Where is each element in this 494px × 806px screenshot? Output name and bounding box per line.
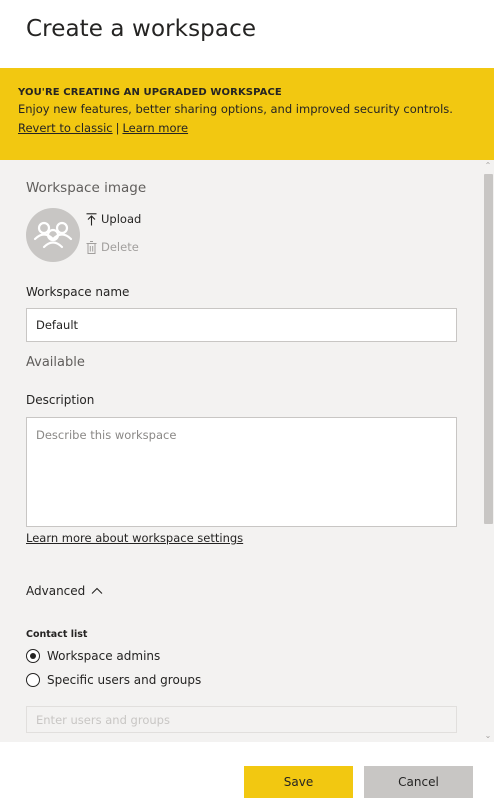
banner-link-separator: | [115, 121, 120, 135]
radio-button-unselected[interactable] [26, 673, 40, 687]
radio-workspace-admins[interactable]: Workspace admins [26, 649, 160, 663]
revert-to-classic-link[interactable]: Revert to classic [18, 121, 113, 135]
upload-label: Upload [101, 212, 142, 226]
scrollbar-thumb[interactable] [484, 174, 493, 524]
save-button[interactable]: Save [244, 766, 353, 798]
workspace-name-label: Workspace name [26, 285, 130, 299]
banner-links: Revert to classic | Learn more [18, 118, 476, 138]
workspace-name-input[interactable] [26, 308, 457, 342]
banner-title: YOU'RE CREATING AN UPGRADED WORKSPACE [18, 87, 282, 98]
upload-icon [86, 212, 97, 225]
chevron-up-icon [91, 587, 103, 594]
description-textarea[interactable] [26, 417, 457, 527]
people-group-icon [33, 221, 73, 249]
create-workspace-dialog: Create a workspace YOU'RE CREATING AN UP… [0, 0, 494, 806]
banner-text: Enjoy new features, better sharing optio… [18, 102, 453, 116]
workspace-settings-link[interactable]: Learn more about workspace settings [26, 531, 243, 545]
dialog-header: Create a workspace [0, 0, 494, 68]
trash-icon [86, 240, 97, 254]
radio-label-workspace-admins: Workspace admins [47, 649, 161, 663]
users-groups-input [26, 706, 457, 733]
dialog-footer: Save Cancel [0, 742, 494, 806]
radio-button-selected[interactable] [26, 649, 40, 663]
dialog-title: Create a workspace [26, 16, 257, 42]
vertical-scrollbar[interactable]: ⌃ ⌄ [482, 160, 494, 742]
advanced-toggle[interactable]: Advanced [26, 584, 103, 598]
workspace-image-label: Workspace image [26, 180, 147, 196]
delete-label: Delete [101, 240, 139, 254]
name-availability-status: Available [26, 355, 85, 370]
cancel-button[interactable]: Cancel [364, 766, 473, 798]
contact-list-label: Contact list [26, 629, 88, 640]
radio-specific-users[interactable]: Specific users and groups [26, 673, 201, 687]
workspace-avatar [26, 208, 80, 262]
advanced-label: Advanced [26, 584, 86, 598]
form-panel: Workspace image Upload Delete Workspace … [0, 160, 494, 742]
radio-label-specific-users: Specific users and groups [47, 673, 202, 687]
learn-more-link[interactable]: Learn more [122, 121, 188, 135]
description-label: Description [26, 393, 95, 407]
upload-image-button[interactable]: Upload [86, 212, 141, 226]
upgrade-banner: YOU'RE CREATING AN UPGRADED WORKSPACE En… [0, 68, 494, 160]
delete-image-button[interactable]: Delete [86, 240, 139, 254]
scroll-down-arrow-icon[interactable]: ⌄ [482, 730, 494, 742]
scroll-up-arrow-icon[interactable]: ⌃ [482, 160, 494, 172]
